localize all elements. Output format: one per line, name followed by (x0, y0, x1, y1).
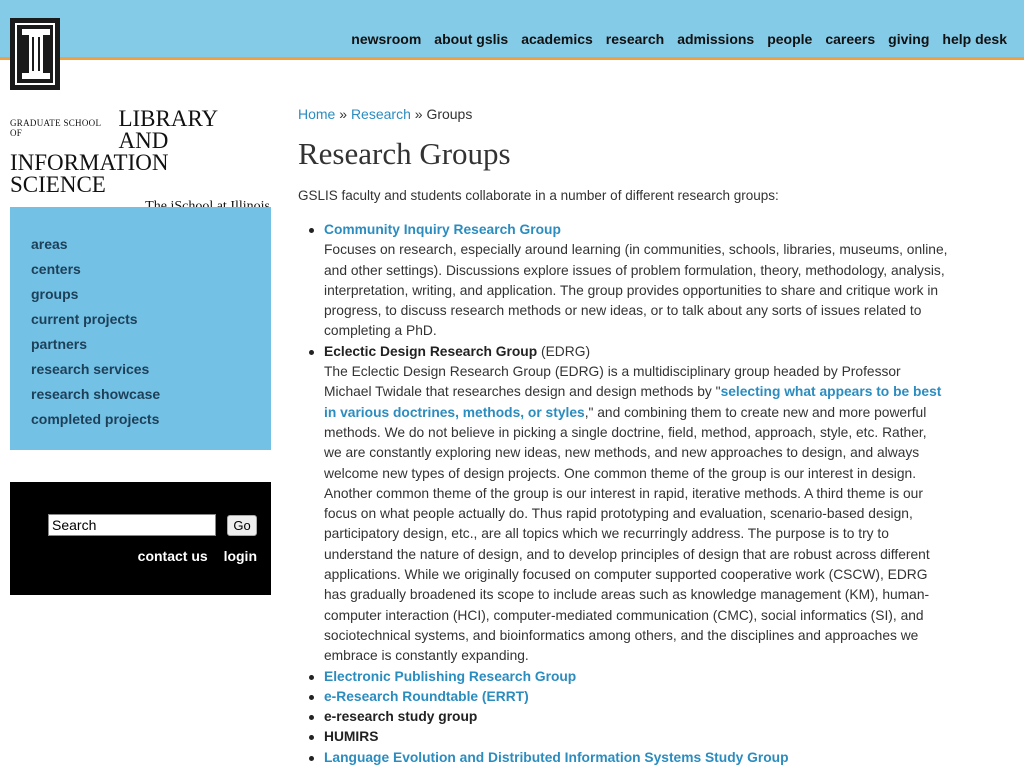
topnav-academics[interactable]: academics (521, 31, 593, 47)
illinois-logo[interactable] (10, 18, 60, 90)
sidebar-item-current-projects[interactable]: current projects (31, 307, 271, 332)
group-abbreviation: (EDRG) (537, 343, 591, 359)
breadcrumb-research[interactable]: Research (351, 106, 411, 122)
main-content: Home » Research » Groups Research Groups… (298, 106, 948, 768)
group-link-electronic-publishing[interactable]: Electronic Publishing Research Group (324, 669, 576, 684)
list-item: Language Evolution and Distributed Infor… (309, 748, 948, 768)
topnav-newsroom[interactable]: newsroom (351, 31, 421, 47)
sidebar-item-research-showcase[interactable]: research showcase (31, 382, 271, 407)
top-navigation: newsroom about gslis academics research … (351, 31, 1007, 47)
breadcrumb-home[interactable]: Home (298, 106, 335, 122)
sidebar-item-areas[interactable]: areas (31, 232, 271, 257)
login-link[interactable]: login (224, 548, 257, 564)
gslis-wordmark[interactable]: Graduate School of LIBRARY AND INFORMATI… (10, 106, 270, 215)
list-item: Community Inquiry Research Group Focuses… (309, 220, 948, 342)
group-name-eresearch-study: e-research study group (324, 709, 478, 725)
column-logo-icon (22, 29, 50, 79)
list-item: HUMIRS (309, 727, 948, 747)
list-item: Eclectic Design Research Group (EDRG) Th… (309, 342, 948, 667)
breadcrumb-separator: » (335, 106, 351, 122)
search-panel: Go contact us login (10, 482, 271, 595)
topnav-giving[interactable]: giving (888, 31, 929, 47)
topnav-help-desk[interactable]: help desk (942, 31, 1007, 47)
breadcrumb: Home » Research » Groups (298, 106, 948, 122)
intro-text: GSLIS faculty and students collaborate i… (298, 188, 779, 203)
search-input[interactable] (48, 514, 216, 536)
topnav-admissions[interactable]: admissions (677, 31, 754, 47)
sidebar-navigation: areas centers groups current projects pa… (10, 207, 271, 450)
account-links: contact us login (126, 548, 257, 564)
wordmark-name-line1: LIBRARY AND (118, 106, 218, 153)
breadcrumb-current: Groups (426, 106, 473, 122)
group-name-edrg: Eclectic Design Research Group (324, 343, 538, 359)
research-groups-list: Community Inquiry Research Group Focuses… (298, 220, 948, 768)
wordmark-prefix: Graduate School of (10, 118, 101, 138)
sidebar-item-completed-projects[interactable]: completed projects (31, 407, 271, 432)
group-name-humirs: HUMIRS (324, 729, 379, 745)
topnav-careers[interactable]: careers (825, 31, 875, 47)
sidebar-item-partners[interactable]: partners (31, 332, 271, 357)
sidebar-item-centers[interactable]: centers (31, 257, 271, 282)
go-button[interactable]: Go (227, 515, 257, 536)
top-header-bar: newsroom about gslis academics research … (0, 0, 1024, 60)
list-item: e-Research Roundtable (ERRT) (309, 687, 948, 707)
sidebar-item-research-services[interactable]: research services (31, 357, 271, 382)
contact-us-link[interactable]: contact us (138, 548, 208, 564)
topnav-people[interactable]: people (767, 31, 812, 47)
group-description: Focuses on research, especially around l… (324, 242, 948, 339)
list-item: Electronic Publishing Research Group (309, 667, 948, 687)
group-link-community-inquiry[interactable]: Community Inquiry Research Group (324, 222, 561, 237)
group-description-continued: ," and combining them to create new and … (324, 404, 930, 664)
wordmark-name-line2: INFORMATION SCIENCE (10, 150, 169, 197)
page-title: Research Groups (298, 136, 511, 171)
topnav-about-gslis[interactable]: about gslis (434, 31, 508, 47)
group-link-errt[interactable]: e-Research Roundtable (ERRT) (324, 689, 529, 704)
group-link-ledis[interactable]: Language Evolution and Distributed Infor… (324, 750, 789, 765)
wordmark-line-1: Graduate School of LIBRARY AND (10, 106, 270, 153)
list-item: e-research study group (309, 707, 948, 727)
breadcrumb-separator: » (410, 106, 427, 122)
sidebar-item-groups[interactable]: groups (31, 282, 271, 307)
topnav-research[interactable]: research (606, 31, 664, 47)
